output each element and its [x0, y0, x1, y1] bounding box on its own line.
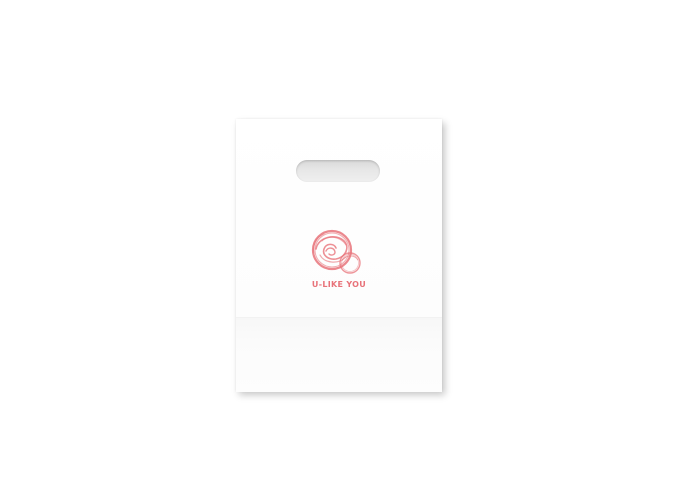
product-scene: U-LIKE YOU: [0, 0, 676, 478]
die-cut-handle-icon: [296, 160, 380, 182]
shopping-bag: U-LIKE YOU: [236, 119, 442, 392]
bag-bottom-fold: [236, 317, 442, 392]
brand-text: U-LIKE YOU: [311, 280, 367, 289]
swirl-circle-logo-icon: [311, 229, 361, 274]
